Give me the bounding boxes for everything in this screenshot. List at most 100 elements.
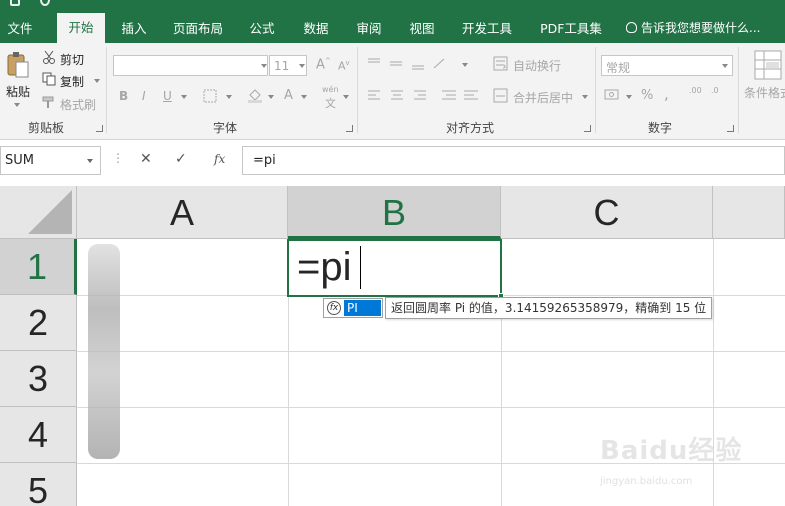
copy-dropdown-icon[interactable] [94,79,100,83]
font-color-icon[interactable]: A [284,88,293,103]
currency-icon[interactable] [604,88,620,102]
column-header-c[interactable]: C [501,186,713,239]
tab-pdf-tools[interactable]: PDF工具集 [531,14,611,43]
cancel-entry-button[interactable]: ✕ [140,151,152,167]
fill-color-icon[interactable] [247,87,263,103]
tab-home[interactable]: 开始 [57,13,105,43]
border-dropdown-icon[interactable] [226,95,232,99]
confirm-entry-button[interactable]: ✓ [175,151,187,167]
orientation-dropdown-icon[interactable] [462,63,468,67]
number-group-label: 数字 [647,121,672,135]
row-header-2[interactable]: 2 [0,295,77,351]
column-header-a[interactable]: A [77,186,288,239]
row-header-5[interactable]: 5 [0,463,77,506]
bold-button[interactable]: B [119,89,128,103]
vertical-align-icons[interactable] [366,56,446,72]
fill-color-dropdown-icon[interactable] [268,95,274,99]
cell-b1-value: =pi [297,245,352,289]
gridline [77,407,785,408]
percent-button[interactable]: % [641,88,653,103]
formula-bar-grip-icon: ⋮ [112,151,124,165]
comma-button[interactable]: , [664,85,669,103]
tab-developer[interactable]: 开发工具 [452,14,522,43]
gridline [77,351,785,352]
border-icon[interactable] [203,89,217,103]
row-header-1[interactable]: 1 [0,239,77,295]
increase-decimal-button[interactable]: .00 [689,86,702,95]
column-header-b[interactable]: B [288,186,501,239]
number-format-select[interactable]: 常规 [601,55,733,76]
format-painter-button[interactable]: 格式刷 [60,96,96,113]
font-name-select[interactable] [113,55,268,76]
name-box-dropdown-icon[interactable] [87,159,93,163]
phonetic-dropdown-icon[interactable] [343,95,349,99]
font-color-dropdown-icon[interactable] [301,95,307,99]
row-header-3[interactable]: 3 [0,351,77,407]
underline-button[interactable]: U [163,89,172,103]
watermark-brand: Baidu经验 [600,436,743,466]
clipboard-launcher-icon[interactable] [96,125,103,132]
copy-button[interactable]: 复制 [60,73,84,90]
currency-dropdown-icon[interactable] [626,95,632,99]
italic-button[interactable]: I [142,89,146,103]
row-header-4[interactable]: 4 [0,407,77,463]
ribbon-tab-bar: 文件 开始 插入 页面布局 公式 数据 审阅 视图 开发工具 PDF工具集 告诉… [0,0,785,43]
number-format-value: 常规 [606,61,631,75]
name-box-value: SUM [5,153,34,168]
tab-review[interactable]: 审阅 [347,14,391,43]
name-box[interactable]: SUM [0,146,101,175]
tell-me-search[interactable]: 告诉我您想要做什么... [626,14,760,43]
font-size-select[interactable]: 11 [269,55,307,76]
save-icon[interactable] [10,0,20,6]
column-header-d[interactable] [713,186,785,239]
formula-text: =pi [253,153,276,168]
baidu-watermark: Baidu经验 jingyan.baidu.com [600,424,770,504]
undo-icon[interactable] [40,0,50,6]
tab-formulas[interactable]: 公式 [240,14,284,43]
cell-b1[interactable]: =pi [287,239,502,297]
autocomplete-item-pi[interactable]: PI [344,300,381,316]
font-launcher-icon[interactable] [346,125,353,132]
decrease-font-icon[interactable]: Av [338,59,350,73]
wrap-text-button[interactable]: 自动换行 [513,57,561,74]
paste-dropdown-icon[interactable] [14,103,20,107]
scissors-icon [42,50,56,64]
horizontal-align-icons[interactable] [366,88,484,104]
insert-function-button[interactable]: fx [214,152,225,166]
clipboard-group-label: 剪贴板 [27,121,64,135]
wrap-text-icon [493,56,509,72]
formula-input[interactable]: =pi [242,146,785,175]
select-all-button[interactable] [0,186,77,239]
function-tooltip: 返回圆周率 Pi 的值，3.14159265358979，精确到 15 位 [385,297,713,319]
group-divider [106,47,107,133]
tab-page-layout[interactable]: 页面布局 [165,14,231,43]
tab-insert[interactable]: 插入 [112,14,156,43]
conditional-format-button[interactable]: 条件格式 [744,84,785,101]
tab-view[interactable]: 视图 [400,14,444,43]
merge-center-icon [493,88,509,104]
number-launcher-icon[interactable] [727,125,734,132]
group-divider [595,47,596,133]
cut-button[interactable]: 剪切 [60,51,84,68]
phonetic-guide-icon[interactable]: wén [322,85,339,94]
format-painter-icon [42,95,56,109]
worksheet-grid: A B C 1 2 3 4 5 =pi fx PI 返回圆周率 Pi 的值，3.… [0,186,785,506]
merge-dropdown-icon[interactable] [582,95,588,99]
tell-me-text: 告诉我您想要做什么... [641,21,761,35]
phonetic-guide-glyph: 文 [325,97,336,110]
ribbon-home-panel: 粘贴 剪切 复制 格式刷 剪贴板 11 A^ Av B I U A wén 文 … [0,43,785,140]
alignment-launcher-icon[interactable] [584,125,591,132]
paste-icon[interactable] [6,51,30,79]
tab-data[interactable]: 数据 [294,14,338,43]
font-name-dropdown-icon [261,64,267,68]
decrease-decimal-button[interactable]: .0 [711,86,719,95]
function-icon: fx [327,301,341,315]
conditional-format-icon [753,49,783,83]
paste-button[interactable]: 粘贴 [6,83,30,100]
underline-dropdown-icon[interactable] [181,95,187,99]
increase-font-icon[interactable]: A^ [316,57,331,72]
tab-file[interactable]: 文件 [0,14,40,43]
merge-center-button[interactable]: 合并后居中 [513,89,573,106]
font-size-value: 11 [274,59,290,73]
number-format-dropdown-icon [722,64,728,68]
